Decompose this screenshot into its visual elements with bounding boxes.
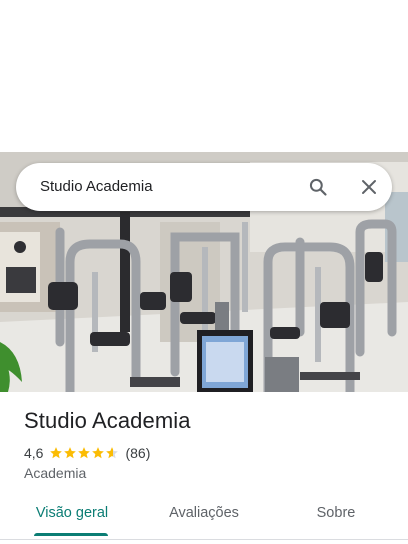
rating-row[interactable]: 4,6 (86) <box>24 444 150 462</box>
active-tab-indicator <box>34 533 108 536</box>
place-page: Studio Academia Studio Academia 4,6 (86)… <box>0 0 408 544</box>
star-icon <box>78 447 91 459</box>
tab-about[interactable]: Sobre <box>288 496 384 536</box>
star-icon <box>64 447 77 459</box>
star-rating <box>49 446 119 460</box>
review-count[interactable]: (86) <box>125 445 150 461</box>
place-category[interactable]: Academia <box>24 465 86 481</box>
tab-reviews[interactable]: Avaliações <box>156 496 252 536</box>
tab-bar: Visão geral Avaliações Sobre <box>0 496 408 536</box>
place-name: Studio Academia <box>24 408 191 433</box>
tab-overview[interactable]: Visão geral <box>24 496 120 536</box>
star-icon <box>92 447 105 459</box>
rating-value: 4,6 <box>24 445 44 461</box>
search-bar[interactable]: Studio Academia <box>16 163 392 211</box>
star-icon <box>106 447 119 459</box>
search-input[interactable]: Studio Academia <box>40 163 153 211</box>
search-icon[interactable] <box>306 175 330 199</box>
star-icon <box>50 447 63 459</box>
close-icon[interactable] <box>357 175 381 199</box>
tab-divider <box>0 539 408 540</box>
